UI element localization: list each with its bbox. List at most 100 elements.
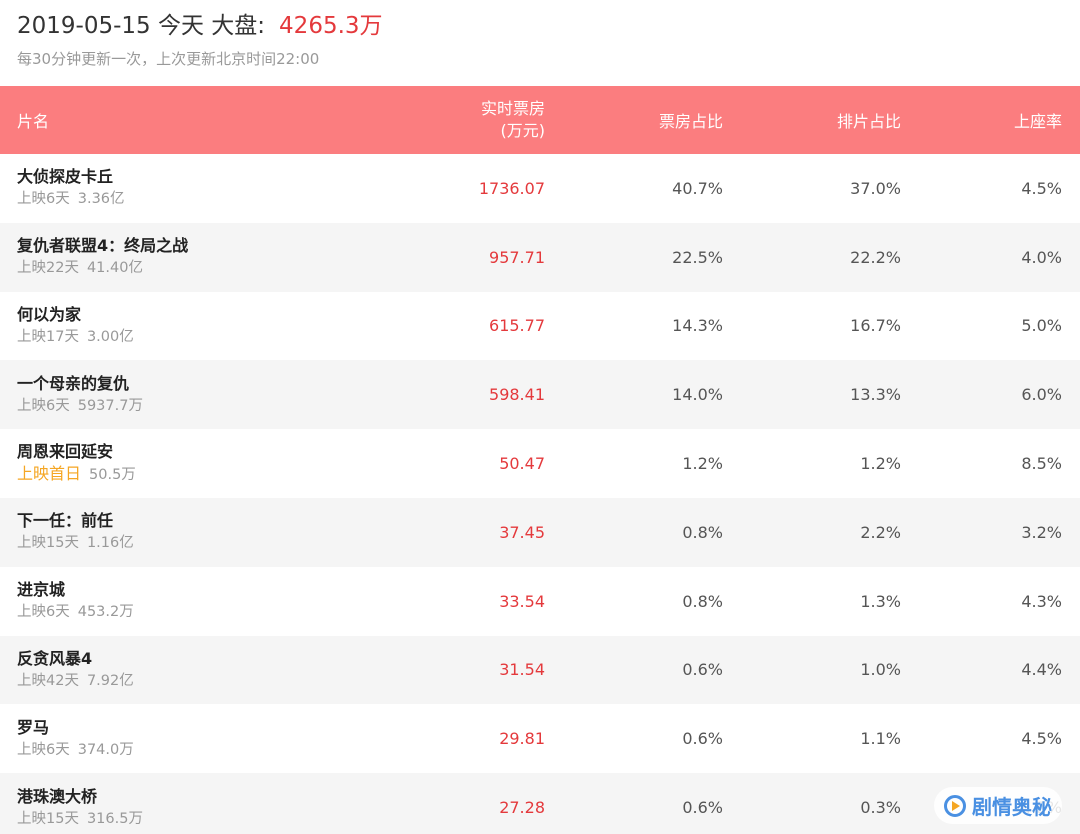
showing-share: 1.3% — [860, 591, 901, 611]
film-title[interactable]: 港珠澳大桥 — [17, 786, 97, 808]
box-office-share: 0.8% — [682, 591, 723, 611]
realtime-box-office: 615.77 — [489, 316, 545, 336]
release-days: 上映22天 — [17, 260, 79, 277]
film-meta: 上映6天 374.0万 — [17, 739, 134, 761]
page-title: 2019-05-15 今天 大盘: 4265.3万 — [17, 6, 383, 40]
column-header-box-share[interactable]: 票房占比 — [563, 86, 723, 154]
cumulative-box-office: 5937.7万 — [77, 397, 143, 414]
box-office-share: 14.0% — [672, 385, 723, 405]
release-days: 上映6天 — [17, 191, 70, 208]
film-title[interactable]: 下一任：前任 — [17, 510, 113, 532]
table-body: 大侦探皮卡丘 上映6天 3.36亿 1736.07 40.7% 37.0% 4.5% 复仇者联… — [0, 154, 1080, 834]
film-meta: 上映6天 5937.7万 — [17, 395, 143, 417]
film-cell: 大侦探皮卡丘上映6天 3.36亿 — [17, 154, 397, 223]
film-meta: 上映首日 50.5万 — [17, 463, 136, 486]
film-cell: 何以为家上映17天 3.00亿 — [17, 292, 397, 361]
watermark-text: 剧情奥秘 — [972, 795, 1052, 819]
film-cell: 一个母亲的复仇上映6天 5937.7万 — [17, 360, 397, 429]
table-row[interactable]: 周恩来回延安 上映首日 50.5万 50.47 1.2% 1.2% 8.5% — [0, 429, 1080, 498]
cumulative-box-office: 50.5万 — [89, 467, 136, 484]
cumulative-box-office: 41.40亿 — [86, 260, 143, 277]
film-title[interactable]: 罗马 — [17, 717, 49, 739]
film-cell: 复仇者联盟4：终局之战上映22天 41.40亿 — [17, 223, 397, 292]
realtime-box-office: 27.28 — [499, 798, 545, 818]
film-title[interactable]: 复仇者联盟4：终局之战 — [17, 235, 188, 257]
play-circle-icon — [944, 794, 966, 817]
realtime-box-office: 1736.07 — [478, 178, 545, 198]
release-days: 上映6天 — [17, 397, 70, 414]
showing-share: 1.2% — [860, 454, 901, 474]
film-title[interactable]: 周恩来回延安 — [17, 441, 113, 463]
update-note: 每30分钟更新一次，上次更新北京时间22:00 — [17, 50, 320, 68]
column-header-occupancy[interactable]: 上座率 — [922, 86, 1062, 154]
occupancy-rate: 3.2% — [1021, 522, 1062, 542]
showing-share: 0.3% — [860, 798, 901, 818]
cumulative-box-office: 453.2万 — [77, 604, 134, 621]
table-row[interactable]: 一个母亲的复仇上映6天 5937.7万 598.41 14.0% 13.3% 6.0% — [0, 360, 1080, 430]
column-header-name[interactable]: 片名 — [17, 86, 397, 154]
showing-share: 1.0% — [860, 660, 901, 680]
column-header-show-share[interactable]: 排片占比 — [741, 86, 901, 154]
film-cell: 反贪风暴4 上映42天 7.92亿 — [17, 636, 397, 705]
cumulative-box-office: 316.5万 — [86, 810, 143, 827]
film-meta: 上映42天 7.92亿 — [17, 670, 134, 692]
box-office-share: 0.8% — [682, 522, 723, 542]
release-days: 上映15天 — [17, 535, 79, 552]
film-meta: 上映22天 41.40亿 — [17, 257, 143, 279]
realtime-box-office: 598.41 — [489, 385, 545, 405]
release-days: 上映6天 — [17, 604, 70, 621]
cumulative-box-office: 7.92亿 — [86, 672, 134, 689]
table-row[interactable]: 进京城 上映6天 453.2万 33.54 0.8% 1.3% 4.3% — [0, 567, 1080, 636]
release-days: 上映42天 — [17, 672, 79, 689]
page-header: 2019-05-15 今天 大盘: 4265.3万 每30分钟更新一次，上次更新北… — [0, 0, 1080, 86]
cumulative-box-office: 3.00亿 — [86, 328, 134, 345]
film-title[interactable]: 进京城 — [17, 579, 65, 601]
box-office-share: 0.6% — [682, 729, 723, 749]
box-office-share: 0.6% — [682, 798, 723, 818]
box-office-share: 14.3% — [672, 316, 723, 336]
occupancy-rate: 4.5% — [1021, 178, 1062, 198]
film-title[interactable]: 何以为家 — [17, 304, 81, 326]
film-meta: 上映15天 316.5万 — [17, 808, 143, 830]
box-office-share: 1.2% — [682, 454, 723, 474]
showing-share: 13.3% — [850, 385, 901, 405]
film-cell: 进京城上映6天 453.2万 — [17, 567, 397, 636]
table-row[interactable]: 罗马 上映6天 374.0万 29.81 0.6% 1.1% 4.5% — [0, 704, 1080, 773]
occupancy-rate: 5.0% — [1021, 316, 1062, 336]
realtime-box-office: 29.81 — [499, 729, 545, 749]
table-header: 片名 实时票房 (万元) 票房占比 排片占比 上座率 — [0, 86, 1080, 154]
film-title[interactable]: 一个母亲的复仇 — [17, 373, 129, 395]
realtime-box-office: 50.47 — [499, 454, 545, 474]
column-header-realtime[interactable]: 实时票房 (万元) — [385, 86, 545, 154]
cumulative-box-office: 3.36亿 — [77, 191, 125, 208]
film-title[interactable]: 大侦探皮卡丘 — [17, 166, 113, 188]
release-days: 上映17天 — [17, 328, 79, 345]
occupancy-rate: 4.5% — [1021, 729, 1062, 749]
realtime-box-office: 31.54 — [499, 660, 545, 680]
total-box-office: 4265.3万 — [279, 13, 383, 39]
release-days: 上映15天 — [17, 810, 79, 827]
film-meta: 上映6天 3.36亿 — [17, 188, 125, 210]
table-row[interactable]: 反贪风暴4 上映42天 7.92亿 31.54 0.6% 1.0% 4.4% — [0, 635, 1080, 705]
release-days: 上映首日 — [17, 464, 82, 484]
film-meta: 上映6天 453.2万 — [17, 601, 134, 623]
table-row[interactable]: 港珠澳大桥上映15天316.5万27.280.6%0.3%4.5% — [0, 773, 1080, 834]
occupancy-rate: 8.5% — [1021, 454, 1062, 474]
film-meta: 上映17天 3.00亿 — [17, 326, 134, 348]
watermark: 剧情奥秘 — [934, 787, 1062, 824]
showing-share: 37.0% — [850, 178, 901, 198]
table-row[interactable]: 下一任：前任 上映15天 1.16亿 37.45 0.8% 2.2% 3.2% — [0, 497, 1080, 567]
occupancy-rate: 4.3% — [1021, 591, 1062, 611]
film-cell: 周恩来回延安 上映首日 50.5万 — [17, 429, 397, 498]
showing-share: 22.2% — [850, 247, 901, 267]
film-cell: 下一任：前任 上映15天 1.16亿 — [17, 498, 397, 567]
column-header-realtime-line2: (万元) — [500, 121, 546, 140]
table-row[interactable]: 何以为家 上映17天 3.00亿 615.77 14.3% 16.7% 5.0% — [0, 292, 1080, 361]
realtime-box-office: 957.71 — [489, 247, 545, 267]
film-title[interactable]: 反贪风暴4 — [17, 648, 92, 670]
cumulative-box-office: 374.0万 — [77, 741, 134, 758]
occupancy-rate: 6.0% — [1021, 385, 1062, 405]
table-row[interactable]: 大侦探皮卡丘 上映6天 3.36亿 1736.07 40.7% 37.0% 4.5% — [0, 154, 1080, 223]
table-row[interactable]: 复仇者联盟4：终局之战 上映22天 41.40亿 957.71 22.5% 22.2% 4.… — [0, 222, 1080, 292]
occupancy-rate: 4.4% — [1021, 660, 1062, 680]
